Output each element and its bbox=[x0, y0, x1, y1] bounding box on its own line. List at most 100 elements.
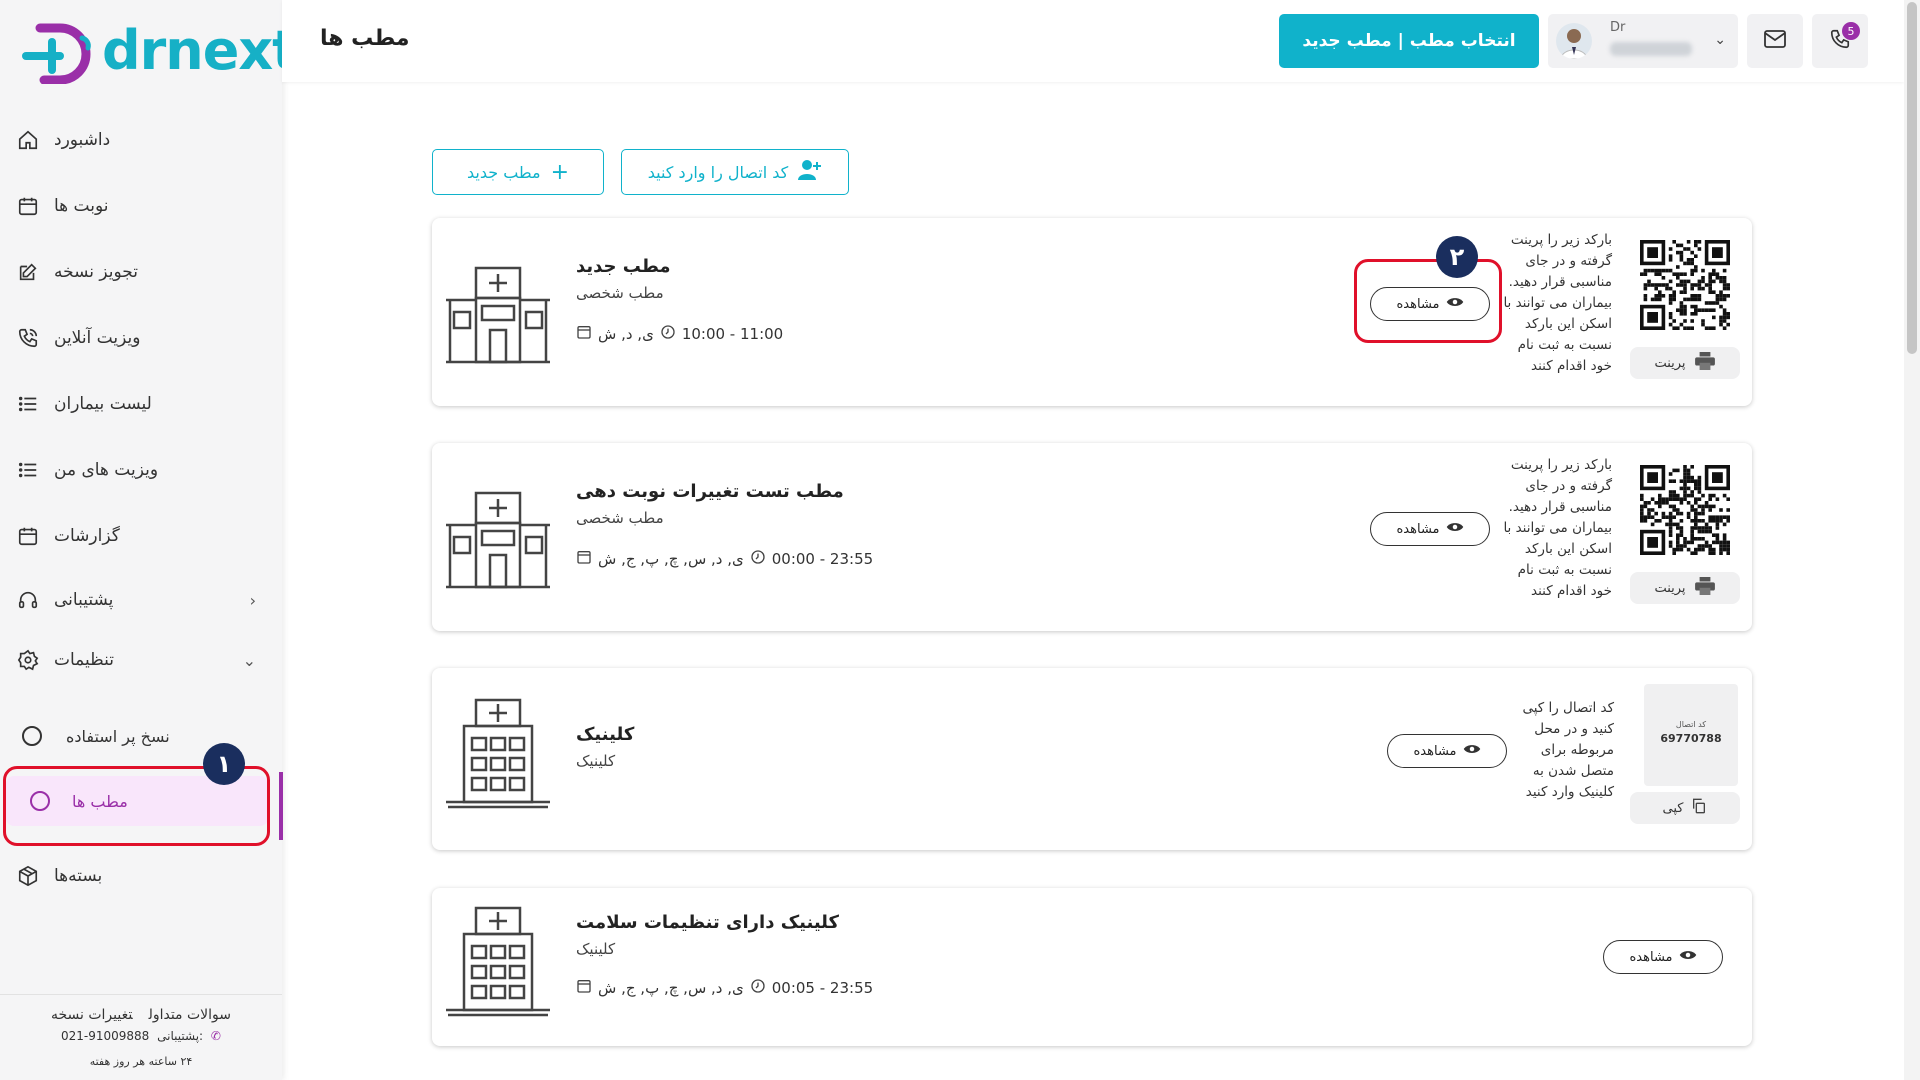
eye-icon bbox=[1679, 949, 1697, 965]
support-hours: ۲۴ ساعته هر روز هفته bbox=[89, 1055, 193, 1068]
office-schedule: ی, د, س, چ, پ, ج, ش 00:00 - 23:55 bbox=[576, 549, 873, 569]
sidebar-subitem-label: نسخ پر استفاده bbox=[66, 726, 170, 746]
chevron-down-icon: ⌄ bbox=[1714, 32, 1726, 48]
clock-icon bbox=[750, 549, 766, 569]
circle-icon bbox=[22, 726, 42, 746]
add-user-icon bbox=[798, 159, 822, 185]
clinic-title: کلینیک bbox=[576, 724, 635, 745]
avatar bbox=[1556, 23, 1592, 59]
clinic-building-icon bbox=[446, 698, 550, 809]
office-days: ی, د, ش bbox=[598, 325, 654, 343]
active-indicator bbox=[279, 772, 283, 840]
home-icon bbox=[16, 128, 40, 152]
qr-instructions: بارکد زیر را پرینت گرفته و در جای مناسبی… bbox=[1503, 232, 1612, 374]
office-card: مطب تست تغییرات نوبت دهی مطب شخصی ی, د, … bbox=[432, 443, 1752, 631]
sidebar-footer: سوالات متداول تغییرات نسخه 021-91009888 پ… bbox=[0, 994, 282, 1080]
view-button[interactable]: مشاهده bbox=[1370, 512, 1490, 546]
view-button[interactable]: مشاهده bbox=[1387, 734, 1507, 768]
enter-connection-code-button[interactable]: کد اتصال را وارد کنید bbox=[621, 149, 849, 195]
sidebar-item-dashboard[interactable]: داشبورد bbox=[0, 118, 282, 162]
headset-icon bbox=[16, 588, 40, 612]
chevron-down-icon: ⌄ bbox=[242, 650, 256, 670]
notification-badge: 5 bbox=[1842, 22, 1860, 40]
office-type: مطب شخصی bbox=[576, 509, 664, 527]
list-icon bbox=[16, 392, 40, 416]
clock-icon bbox=[660, 324, 676, 344]
changelog-link[interactable]: تغییرات نسخه bbox=[51, 1007, 133, 1023]
select-office-button[interactable]: انتخاب مطب | مطب جدید bbox=[1279, 14, 1539, 68]
sidebar-item-reports[interactable]: گزارشات bbox=[0, 514, 282, 558]
calls-button[interactable]: 5 bbox=[1812, 14, 1868, 68]
logo-mark-icon bbox=[22, 23, 91, 84]
sidebar-item-label: لیست بیماران bbox=[54, 394, 152, 414]
user-prefix: Dr bbox=[1610, 20, 1626, 35]
printer-icon bbox=[1694, 352, 1716, 374]
top-header: مطب ها انتخاب مطب | مطب جدید Dr ⌄ 5 bbox=[282, 0, 1904, 82]
sidebar-item-my-visits[interactable]: ویزیت های من bbox=[0, 448, 282, 492]
sidebar-item-online-visit[interactable]: ویزیت آنلاین bbox=[0, 316, 282, 360]
calendar-icon bbox=[16, 524, 40, 548]
connection-code-label: کد اتصال bbox=[1675, 720, 1707, 729]
chevron-right-icon: › bbox=[249, 590, 256, 610]
print-label: پرینت bbox=[1654, 580, 1686, 596]
highlight-frame bbox=[1354, 259, 1502, 343]
print-label: پرینت bbox=[1654, 355, 1686, 371]
enter-code-label: کد اتصال را وارد کنید bbox=[647, 162, 789, 182]
logo-text: drnext bbox=[102, 19, 298, 82]
user-menu[interactable]: Dr ⌄ bbox=[1548, 14, 1738, 68]
page-title: مطب ها bbox=[320, 26, 410, 51]
qr-instructions: بارکد زیر را پرینت گرفته و در جای مناسبی… bbox=[1503, 457, 1612, 599]
sidebar-item-label: تنظیمات bbox=[54, 650, 114, 670]
new-office-label: مطب جدید bbox=[466, 162, 541, 182]
view-button[interactable]: مشاهده bbox=[1603, 940, 1723, 974]
calendar-small-icon bbox=[576, 549, 592, 569]
calendar-icon bbox=[16, 194, 40, 218]
office-building-icon bbox=[446, 266, 550, 364]
sidebar-item-label: ویزیت آنلاین bbox=[54, 328, 141, 348]
clinic-title: کلینیک دارای تنظیمات سلامت bbox=[576, 912, 839, 933]
office-title: مطب تست تغییرات نوبت دهی bbox=[576, 481, 844, 502]
plus-icon: + bbox=[550, 159, 570, 185]
office-schedule: ی, د, ش 10:00 - 11:00 bbox=[576, 324, 783, 344]
print-button[interactable]: پرینت bbox=[1630, 572, 1740, 604]
scrollbar-thumb[interactable] bbox=[1907, 2, 1917, 354]
eye-icon bbox=[1446, 521, 1464, 537]
office-building-icon bbox=[446, 491, 550, 589]
printer-icon bbox=[1694, 577, 1716, 599]
clinic-hours: 00:05 - 23:55 bbox=[771, 979, 874, 997]
view-label: مشاهده bbox=[1396, 521, 1440, 537]
drnext-logo[interactable]: drnext bbox=[22, 18, 298, 84]
connection-code-value: 69770788 bbox=[1660, 732, 1722, 745]
office-hours: 10:00 - 11:00 bbox=[681, 325, 784, 343]
office-hours: 00:00 - 23:55 bbox=[771, 550, 874, 568]
sidebar-item-settings[interactable]: تنظیمات ⌄ bbox=[0, 638, 282, 682]
office-days: ی, د, س, چ, پ, ج, ش bbox=[598, 550, 744, 568]
support-label: پشتیبانی: bbox=[157, 1029, 204, 1043]
clock-icon bbox=[750, 978, 766, 998]
connection-code-instructions: کد اتصال را کپی کنید و در محل مربوطه برا… bbox=[1522, 700, 1614, 800]
clinic-days: ی, د, س, چ, پ, ج, ش bbox=[598, 979, 744, 997]
new-office-button[interactable]: + مطب جدید bbox=[432, 149, 604, 195]
copy-button[interactable]: کپی bbox=[1630, 792, 1740, 824]
copy-label: کپی bbox=[1662, 800, 1684, 816]
faq-link[interactable]: سوالات متداول bbox=[149, 1007, 231, 1023]
clinic-type: کلینیک bbox=[576, 940, 616, 958]
phone-call-icon bbox=[16, 326, 40, 350]
footer-links: سوالات متداول تغییرات نسخه bbox=[0, 1007, 282, 1023]
sidebar-item-appointments[interactable]: نوبت ها bbox=[0, 184, 282, 228]
sidebar-item-packages[interactable]: بسته‌ها bbox=[0, 854, 282, 898]
office-type: مطب شخصی bbox=[576, 284, 664, 302]
copy-icon bbox=[1691, 798, 1707, 818]
clinic-building-icon bbox=[446, 906, 550, 1017]
eye-icon bbox=[1463, 743, 1481, 759]
clinic-card: کلینیک دارای تنظیمات سلامت کلینیک ی, د, … bbox=[432, 888, 1752, 1046]
sidebar-item-support[interactable]: پشتیبانی › bbox=[0, 578, 282, 622]
list-icon bbox=[16, 458, 40, 482]
support-phone[interactable]: 021-91009888 پشتیبانی: ✆ bbox=[0, 1029, 282, 1043]
sidebar-item-label: گزارشات bbox=[54, 526, 120, 546]
sidebar-item-prescription[interactable]: تجویز نسخه bbox=[0, 250, 282, 294]
messages-button[interactable] bbox=[1747, 14, 1803, 68]
sidebar-item-patients[interactable]: لیست بیماران bbox=[0, 382, 282, 426]
box-icon bbox=[16, 864, 40, 888]
print-button[interactable]: پرینت bbox=[1630, 347, 1740, 379]
